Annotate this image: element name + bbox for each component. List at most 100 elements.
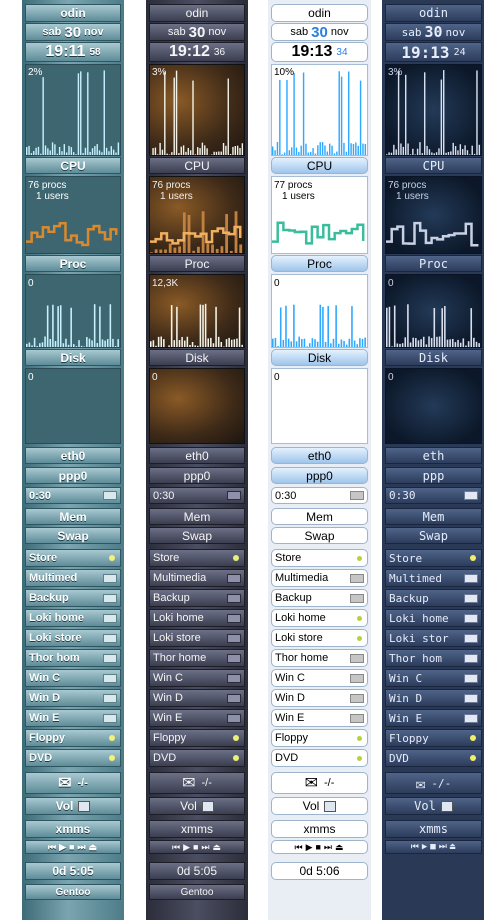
xmms-eject-icon[interactable]: ⏏ — [89, 842, 99, 853]
mount-win-e[interactable]: Win E — [385, 709, 482, 727]
xmms-prev-icon[interactable]: ⏮ — [411, 842, 420, 852]
mount-thor-home[interactable]: Thor home — [149, 649, 245, 667]
mount-floppy[interactable]: Floppy — [385, 729, 482, 747]
mount-multimed[interactable]: Multimed — [25, 569, 121, 587]
xmms-label[interactable]: xmms — [271, 820, 368, 838]
timer[interactable]: 0:30 — [385, 487, 482, 504]
mount-loki-home[interactable]: Loki home — [25, 609, 121, 627]
xmms-stop-icon[interactable]: ■ — [430, 842, 436, 852]
mount-loki-home[interactable]: Loki home — [149, 609, 245, 627]
xmms-eject-icon[interactable]: ⏏ — [213, 842, 223, 853]
xmms-controls[interactable]: ⏮ ▶ ■ ⏭ ⏏ — [271, 840, 368, 854]
xmms-eject-icon[interactable]: ⏏ — [335, 842, 345, 853]
mem-label[interactable]: Mem — [149, 508, 245, 525]
mem-label[interactable]: Mem — [271, 508, 368, 525]
timer[interactable]: 0:30 — [149, 487, 245, 504]
mount-backup[interactable]: Backup — [25, 589, 121, 607]
mount-thor-home[interactable]: Thor home — [271, 649, 368, 667]
cpu-label[interactable]: CPU — [271, 157, 368, 174]
xmms-play-icon[interactable]: ▶ — [422, 842, 428, 852]
mount-loki-home[interactable]: Loki home — [385, 609, 482, 627]
mount-dvd[interactable]: DVD — [271, 749, 368, 767]
disk-label[interactable]: Disk — [149, 349, 245, 366]
mount-dvd[interactable]: DVD — [385, 749, 482, 767]
eth0-button[interactable]: eth0 — [25, 447, 121, 464]
disk-label[interactable]: Disk — [271, 349, 368, 366]
volume-slider[interactable]: Vol — [385, 797, 482, 815]
ppp0-button[interactable]: ppp0 — [149, 467, 245, 484]
xmms-next-icon[interactable]: ⏭ — [201, 842, 210, 853]
mount-thor-hom[interactable]: Thor hom — [25, 649, 121, 667]
xmms-controls[interactable]: ⏮ ▶ ■ ⏭ ⏏ — [385, 840, 482, 854]
mount-win-c[interactable]: Win C — [385, 669, 482, 687]
mail-monitor[interactable]: ✉ -/- — [385, 772, 482, 794]
ppp0-button[interactable]: ppp0 — [25, 467, 121, 484]
xmms-next-icon[interactable]: ⏭ — [439, 842, 448, 852]
volume-slider[interactable]: Vol — [25, 797, 121, 815]
xmms-prev-icon[interactable]: ⏮ — [172, 842, 181, 853]
xmms-stop-icon[interactable]: ■ — [193, 842, 199, 852]
xmms-controls[interactable]: ⏮ ▶ ■ ⏭ ⏏ — [149, 840, 245, 854]
mount-loki-home[interactable]: Loki home — [271, 609, 368, 627]
xmms-prev-icon[interactable]: ⏮ — [294, 842, 303, 853]
disk-label[interactable]: Disk — [25, 349, 121, 366]
mail-monitor[interactable]: ✉ -/- — [149, 772, 245, 794]
xmms-play-icon[interactable]: ▶ — [306, 842, 314, 853]
swap-label[interactable]: Swap — [385, 527, 482, 544]
xmms-stop-icon[interactable]: ■ — [69, 842, 75, 852]
ppp0-button[interactable]: ppp0 — [271, 467, 368, 484]
mount-floppy[interactable]: Floppy — [271, 729, 368, 747]
mount-win-d[interactable]: Win D — [385, 689, 482, 707]
swap-label[interactable]: Swap — [25, 527, 121, 544]
mount-win-d[interactable]: Win D — [25, 689, 121, 707]
proc-label[interactable]: Proc — [271, 255, 368, 272]
mount-dvd[interactable]: DVD — [25, 749, 121, 767]
cpu-label[interactable]: CPU — [25, 157, 121, 174]
timer[interactable]: 0:30 — [25, 487, 121, 504]
mount-store[interactable]: Store — [385, 549, 482, 567]
mail-monitor[interactable]: ✉ -/- — [25, 772, 121, 794]
xmms-play-icon[interactable]: ▶ — [59, 842, 67, 853]
xmms-next-icon[interactable]: ⏭ — [324, 842, 333, 853]
mount-win-c[interactable]: Win C — [25, 669, 121, 687]
volume-slider[interactable]: Vol — [149, 797, 245, 815]
mount-loki-stor[interactable]: Loki stor — [385, 629, 482, 647]
mem-label[interactable]: Mem — [385, 508, 482, 525]
mount-win-e[interactable]: Win E — [25, 709, 121, 727]
mount-win-c[interactable]: Win C — [149, 669, 245, 687]
mount-win-e[interactable]: Win E — [149, 709, 245, 727]
mount-floppy[interactable]: Floppy — [25, 729, 121, 747]
mount-backup[interactable]: Backup — [271, 589, 368, 607]
mount-store[interactable]: Store — [25, 549, 121, 567]
mount-multimed[interactable]: Multimed — [385, 569, 482, 587]
proc-label[interactable]: Proc — [149, 255, 245, 272]
mount-multimedia[interactable]: Multimedia — [149, 569, 245, 587]
eth0-button[interactable]: eth0 — [271, 447, 368, 464]
mount-store[interactable]: Store — [149, 549, 245, 567]
mount-multimedia[interactable]: Multimedia — [271, 569, 368, 587]
mount-backup[interactable]: Backup — [149, 589, 245, 607]
cpu-label[interactable]: CPU — [385, 157, 482, 174]
mount-floppy[interactable]: Floppy — [149, 729, 245, 747]
timer[interactable]: 0:30 — [271, 487, 368, 504]
mount-loki-store[interactable]: Loki store — [271, 629, 368, 647]
ppp0-button[interactable]: ppp — [385, 467, 482, 484]
xmms-next-icon[interactable]: ⏭ — [77, 842, 86, 853]
xmms-label[interactable]: xmms — [25, 820, 121, 838]
eth0-button[interactable]: eth — [385, 447, 482, 464]
mount-win-c[interactable]: Win C — [271, 669, 368, 687]
mount-win-d[interactable]: Win D — [149, 689, 245, 707]
disk-label[interactable]: Disk — [385, 349, 482, 366]
eth0-button[interactable]: eth0 — [149, 447, 245, 464]
mount-win-e[interactable]: Win E — [271, 709, 368, 727]
cpu-label[interactable]: CPU — [149, 157, 245, 174]
xmms-label[interactable]: xmms — [149, 820, 245, 838]
proc-label[interactable]: Proc — [25, 255, 121, 272]
mail-monitor[interactable]: ✉ -/- — [271, 772, 368, 794]
xmms-controls[interactable]: ⏮ ▶ ■ ⏭ ⏏ — [25, 840, 121, 854]
xmms-play-icon[interactable]: ▶ — [183, 842, 191, 853]
mount-store[interactable]: Store — [271, 549, 368, 567]
mount-win-d[interactable]: Win D — [271, 689, 368, 707]
mount-loki-store[interactable]: Loki store — [25, 629, 121, 647]
volume-slider[interactable]: Vol — [271, 797, 368, 815]
